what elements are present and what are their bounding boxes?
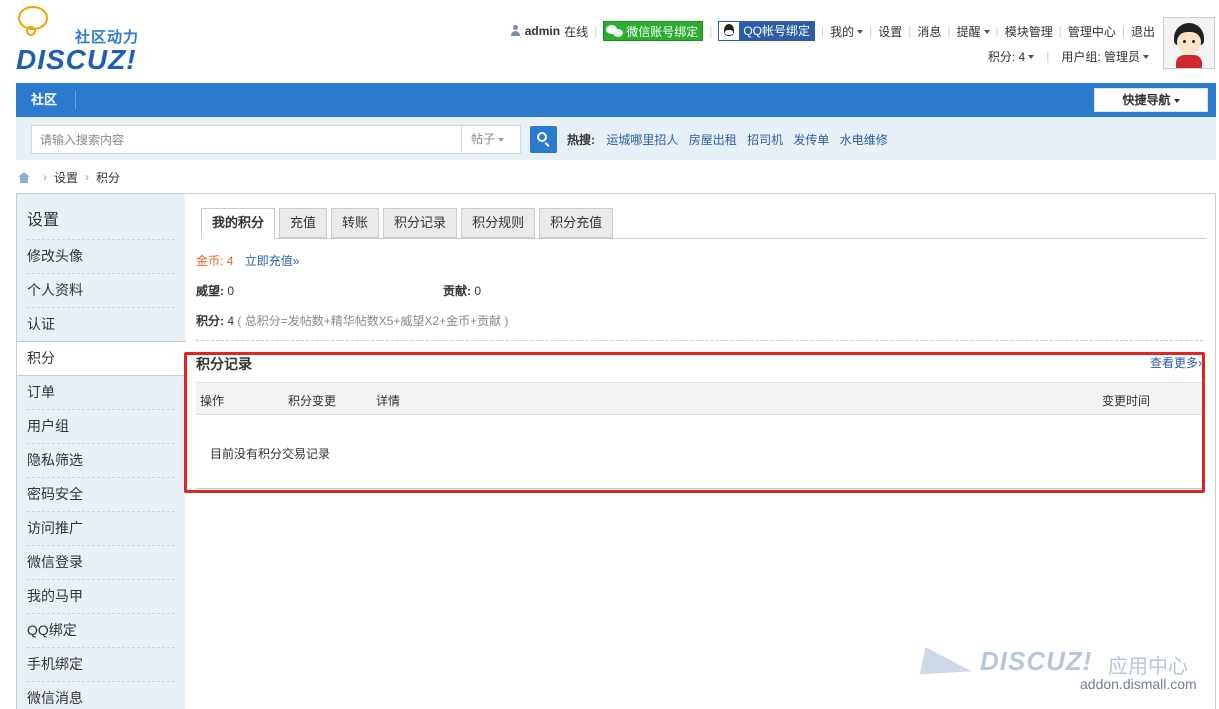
hot-link[interactable]: 运城哪里招人: [606, 133, 678, 147]
sidebar-item-avatar[interactable]: 修改头像: [17, 239, 185, 273]
sidebar-item-password[interactable]: 密码安全: [17, 477, 185, 511]
modules-link[interactable]: 模块管理: [1005, 23, 1053, 40]
sidebar-item-promotion[interactable]: 访问推广: [17, 511, 185, 545]
sidebar-list: 修改头像 个人资料 认证 积分 订单 用户组 隐私筛选 密码安全 访问推广 微信…: [17, 239, 186, 709]
tab-credit-log[interactable]: 积分记录: [383, 208, 458, 238]
sidebar-item-wechat-login[interactable]: 微信登录: [17, 545, 185, 579]
user-toolbar: admin 在线 | 微信账号绑定 | QQ帐号绑定 | 我的 | 设置 | 消…: [510, 19, 1155, 43]
total-label: 积分:: [196, 314, 224, 328]
logo-name: DISCUZ!: [16, 44, 137, 75]
gold-label: 金币:: [196, 254, 224, 268]
prestige-row: 威望: 0: [196, 282, 234, 299]
wechat-bind-button[interactable]: 微信账号绑定: [603, 21, 704, 41]
site-logo[interactable]: 社区动力 DISCUZ!: [16, 6, 156, 76]
prestige-value: 0: [227, 284, 235, 298]
sidebar-item-vest[interactable]: 我的马甲: [17, 579, 185, 613]
sidebar-item-credits[interactable]: 积分: [17, 341, 186, 375]
nav-community[interactable]: 社区: [16, 83, 72, 117]
hot-link[interactable]: 招司机: [747, 133, 783, 147]
header: 社区动力 DISCUZ! admin 在线 | 微信账号绑定 | QQ帐号绑定 …: [0, 0, 1219, 83]
credit-tabs: 我的积分 充值 转账 积分记录 积分规则 积分充值: [201, 208, 1206, 239]
sidebar-item-orders[interactable]: 订单: [17, 375, 185, 409]
sidebar-item-qq-bind[interactable]: QQ绑定: [17, 613, 185, 647]
credits-menu[interactable]: 积分: 4: [988, 48, 1035, 65]
main-nav: 社区 快捷导航: [16, 83, 1216, 117]
wechat-icon: [606, 24, 624, 38]
logout-link[interactable]: 退出: [1131, 23, 1155, 40]
sidebar-item-verify[interactable]: 认证: [17, 307, 185, 341]
watermark-center: 应用中心: [1108, 656, 1188, 678]
tab-credit-rules[interactable]: 积分规则: [461, 208, 536, 238]
wechat-bind-label: 微信账号绑定: [626, 24, 699, 39]
settings-sidebar: 设置 修改头像 个人资料 认证 积分 订单 用户组 隐私筛选 密码安全 访问推广…: [17, 194, 186, 709]
divider: [196, 340, 1203, 341]
recharge-link[interactable]: 立即充值»: [245, 254, 300, 268]
watermark: DISCUZ! 应用中心 addon.dismall.com: [919, 644, 1210, 704]
hot-searches: 热搜: 运城哪里招人 房屋出租 招司机 发传单 水电维修: [567, 131, 895, 148]
user-icon: [510, 25, 521, 37]
qq-bind-label: QQ帐号绑定: [739, 22, 815, 40]
gold-value: 4: [226, 254, 234, 268]
gold-row: 金币: 4 立即充值»: [196, 252, 299, 269]
messages-link[interactable]: 消息: [917, 23, 941, 40]
breadcrumb-settings[interactable]: 设置: [54, 169, 78, 186]
search-type-select[interactable]: 帖子: [461, 126, 521, 153]
chevron-down-icon: [857, 30, 864, 35]
my-menu[interactable]: 我的: [830, 23, 864, 40]
sidebar-item-profile[interactable]: 个人资料: [17, 273, 185, 307]
contribution-label: 贡献:: [443, 284, 471, 298]
user-stats: 积分: 4 | 用户组: 管理员: [988, 46, 1149, 66]
reminders-menu[interactable]: 提醒: [957, 23, 990, 40]
hot-link[interactable]: 水电维修: [840, 133, 888, 147]
tab-transfer[interactable]: 转账: [331, 208, 380, 238]
avatar[interactable]: [1163, 17, 1215, 69]
credit-formula: ( 总积分=发帖数+精华帖数X5+威望X2+金币+贡献 ): [237, 314, 509, 328]
sidebar-title: 设置: [27, 212, 60, 229]
admin-center-link[interactable]: 管理中心: [1068, 23, 1116, 40]
search-input[interactable]: [32, 126, 462, 153]
chevron-right-icon: ›: [43, 170, 47, 184]
chevron-right-icon: ›: [85, 170, 90, 184]
chevron-down-icon: [498, 137, 505, 142]
settings-link[interactable]: 设置: [878, 23, 902, 40]
breadcrumb-credits: 积分: [96, 170, 121, 185]
logo-bubble-icon: [18, 6, 48, 36]
qq-bind-button[interactable]: QQ帐号绑定: [718, 21, 816, 41]
quick-nav-button[interactable]: 快捷导航: [1094, 88, 1208, 112]
sidebar-item-phone-bind[interactable]: 手机绑定: [17, 647, 185, 681]
highlight-box: [184, 352, 1205, 493]
chevron-down-icon: [1028, 55, 1035, 60]
home-icon[interactable]: [18, 171, 30, 183]
sidebar-item-privacy[interactable]: 隐私筛选: [17, 443, 185, 477]
contribution-value: 0: [474, 284, 482, 298]
chevron-down-icon: [1173, 98, 1180, 103]
breadcrumb: › 设置 › 积分: [18, 169, 120, 185]
search-bar: 帖子 热搜: 运城哪里招人 房屋出租 招司机 发传单 水电维修: [16, 117, 1216, 160]
tab-credit-topup[interactable]: 积分充值: [539, 208, 614, 238]
paper-plane-icon: [919, 647, 975, 685]
tab-my-credits[interactable]: 我的积分: [201, 208, 276, 239]
username-link[interactable]: admin: [525, 24, 560, 38]
prestige-label: 威望:: [196, 284, 224, 298]
nav-divider: [75, 91, 76, 109]
chevron-down-icon: [1143, 55, 1149, 60]
hot-label: 热搜:: [567, 133, 595, 147]
chevron-down-icon: [983, 30, 990, 35]
search-box: 帖子: [31, 125, 521, 154]
hot-link[interactable]: 发传单: [793, 133, 829, 147]
hot-link[interactable]: 房屋出租: [689, 133, 737, 147]
tab-recharge[interactable]: 充值: [279, 208, 328, 238]
qq-icon: [721, 23, 737, 39]
search-button[interactable]: [530, 126, 557, 153]
watermark-url: addon.dismall.com: [1080, 676, 1197, 692]
usergroup-menu[interactable]: 用户组: 管理员: [1061, 48, 1149, 65]
sidebar-item-wechat-msg[interactable]: 微信消息: [17, 681, 185, 709]
sidebar-item-usergroup[interactable]: 用户组: [17, 409, 185, 443]
total-credits-row: 积分: 4 ( 总积分=发帖数+精华帖数X5+威望X2+金币+贡献 ): [196, 312, 508, 329]
search-icon: [537, 132, 547, 142]
contribution-row: 贡献: 0: [443, 282, 481, 299]
online-status: 在线: [564, 24, 589, 39]
watermark-logo: DISCUZ!: [980, 646, 1093, 676]
total-value: 4: [227, 314, 235, 328]
